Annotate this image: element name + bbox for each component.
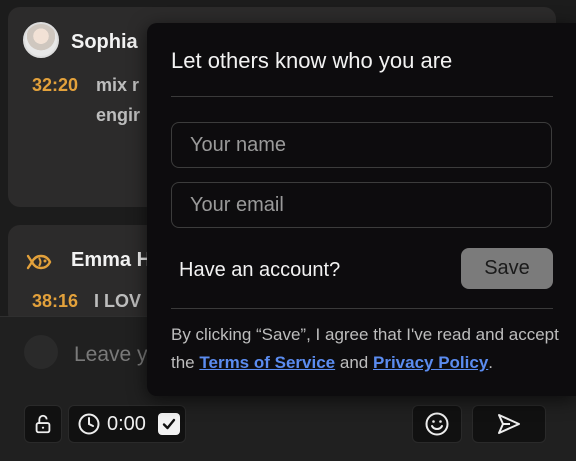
comment-author[interactable]: Emma H [71, 249, 151, 272]
send-icon [498, 414, 520, 434]
legal-text: and [339, 353, 369, 372]
unlock-icon [35, 414, 51, 434]
comment-timestamp[interactable]: 32:20 [32, 75, 78, 96]
legal-text: . [488, 353, 494, 372]
have-account-link[interactable]: Have an account? [179, 259, 340, 282]
privacy-link[interactable]: Privacy Policy [373, 353, 488, 372]
divider [171, 308, 553, 309]
fish-icon [26, 254, 52, 270]
name-field[interactable] [171, 122, 552, 168]
comment-author[interactable]: Sophia [71, 31, 138, 54]
smiley-icon [425, 412, 449, 436]
comment-timestamp[interactable]: 38:16 [32, 291, 78, 312]
visibility-toggle-button[interactable] [24, 405, 62, 443]
save-button[interactable]: Save [461, 248, 553, 289]
clock-icon [78, 413, 100, 435]
legal-notice: By clicking “Save”, I agree that I've re… [171, 321, 563, 377]
send-button[interactable] [472, 405, 546, 443]
avatar [24, 335, 58, 369]
timestamp-toggle-button[interactable]: 0:00 [68, 405, 186, 443]
popover-title: Let others know who you are [171, 48, 453, 73]
time-value: 0:00 [107, 412, 146, 435]
terms-link[interactable]: Terms of Service [199, 353, 335, 372]
divider [171, 96, 553, 97]
checkmark-icon [162, 418, 176, 430]
email-field[interactable] [171, 182, 552, 228]
comment-input-placeholder[interactable]: Leave y [74, 343, 148, 367]
emoji-button[interactable] [412, 405, 462, 443]
identity-popover: Let others know who you are Have an acco… [147, 23, 576, 396]
comment-text: I LOV [94, 291, 142, 311]
avatar[interactable] [23, 22, 59, 58]
timestamp-checkbox[interactable] [157, 413, 180, 435]
